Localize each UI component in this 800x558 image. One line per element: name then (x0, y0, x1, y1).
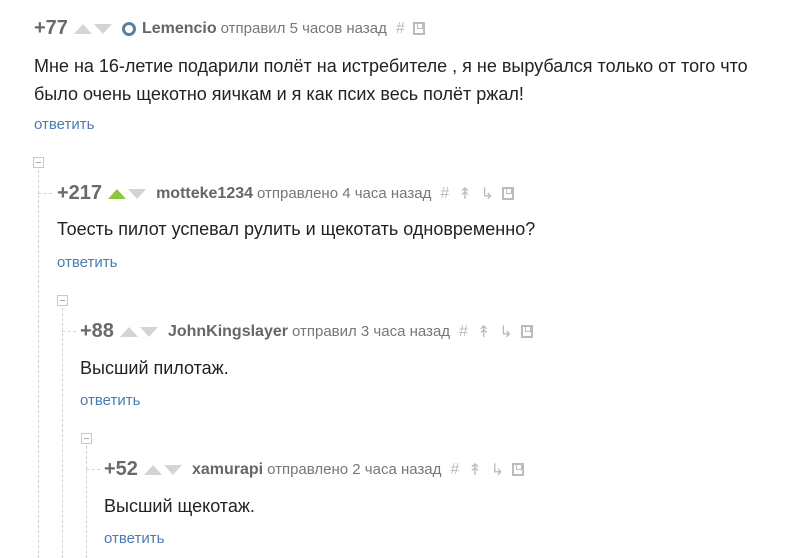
upvote-icon[interactable] (119, 326, 138, 337)
hash-icon[interactable]: # (440, 185, 449, 203)
collapse-toggle[interactable] (57, 295, 68, 306)
vote-arrows (73, 23, 112, 34)
downvote-icon[interactable] (139, 326, 158, 337)
vote-arrows (143, 464, 182, 475)
thread-branch (62, 331, 76, 332)
comment-text: Мне на 16-летие подарили полёт на истреб… (34, 52, 748, 108)
vote-arrows (108, 188, 147, 199)
comment-header: +88 JohnKingslayer отправил 3 часа назад… (80, 320, 533, 343)
comment-text-line: Высший пилотаж. (80, 358, 229, 378)
comment-timestamp[interactable]: отправлено 4 часа назад (257, 185, 431, 202)
branch-icon[interactable]: ↳ (491, 460, 504, 480)
branch-icon[interactable]: ↳ (499, 322, 512, 342)
thread-branch (86, 469, 100, 470)
comment-text: Высший щекотаж. (104, 492, 255, 520)
thread-line (62, 308, 63, 558)
save-icon[interactable] (412, 22, 425, 35)
comment-author[interactable]: JohnKingslayer (168, 323, 288, 341)
comment-text-line: Высший щекотаж. (104, 496, 255, 516)
save-icon[interactable] (502, 187, 515, 200)
downvote-icon[interactable] (93, 23, 112, 34)
reply-link[interactable]: ответить (80, 392, 140, 409)
comment-text-line: было очень щекотно яичкам и я как псих в… (34, 84, 524, 104)
save-icon[interactable] (520, 325, 533, 338)
downvote-icon[interactable] (128, 188, 147, 199)
reply-link[interactable]: ответить (104, 530, 164, 547)
comment-header: +77 Lemencio отправил 5 часов назад # (34, 17, 425, 40)
branch-icon[interactable]: ↳ (481, 184, 494, 204)
comment-text: Тоесть пилот успевал рулить и щекотать о… (57, 215, 535, 243)
vote-arrows (119, 326, 158, 337)
comment-timestamp[interactable]: отправил 5 часов назад (221, 20, 387, 37)
thread-branch (38, 193, 52, 194)
parent-comment-icon[interactable]: ↟ (477, 322, 490, 342)
comment-rating: +88 (80, 320, 114, 342)
author-avatar-icon (121, 21, 136, 36)
downvote-icon[interactable] (163, 464, 182, 475)
comment-timestamp[interactable]: отправил 3 часа назад (292, 323, 450, 340)
upvote-icon[interactable] (108, 188, 127, 199)
collapse-toggle[interactable] (33, 157, 44, 168)
parent-comment-icon[interactable]: ↟ (458, 184, 471, 204)
thread-line (38, 170, 39, 558)
comment-timestamp[interactable]: отправлено 2 часа назад (267, 461, 441, 478)
hash-icon[interactable]: # (396, 20, 405, 38)
thread-line (86, 446, 87, 558)
hash-icon[interactable]: # (450, 461, 459, 479)
reply-link[interactable]: ответить (57, 254, 117, 271)
collapse-toggle[interactable] (81, 433, 92, 444)
upvote-icon[interactable] (73, 23, 92, 34)
save-icon[interactable] (512, 463, 525, 476)
comment-author[interactable]: xamurapi (192, 461, 263, 479)
comment-header: +217 motteke1234 отправлено 4 часа назад… (57, 182, 515, 205)
parent-comment-icon[interactable]: ↟ (468, 460, 481, 480)
upvote-icon[interactable] (143, 464, 162, 475)
comment-header: +52 xamurapi отправлено 2 часа назад # ↟… (104, 458, 525, 481)
comment-text-line: Тоесть пилот успевал рулить и щекотать о… (57, 219, 536, 239)
comment-text: Высший пилотаж. (80, 354, 229, 382)
comment-rating: +217 (57, 182, 103, 204)
comment-rating: +52 (104, 458, 138, 480)
comment-author[interactable]: Lemencio (142, 20, 217, 38)
comment-author[interactable]: motteke1234 (156, 185, 253, 203)
reply-link[interactable]: ответить (34, 116, 94, 133)
hash-icon[interactable]: # (459, 323, 468, 341)
comment-rating: +77 (34, 17, 68, 39)
comment-text-line: Мне на 16-летие подарили полёт на истреб… (34, 56, 748, 76)
